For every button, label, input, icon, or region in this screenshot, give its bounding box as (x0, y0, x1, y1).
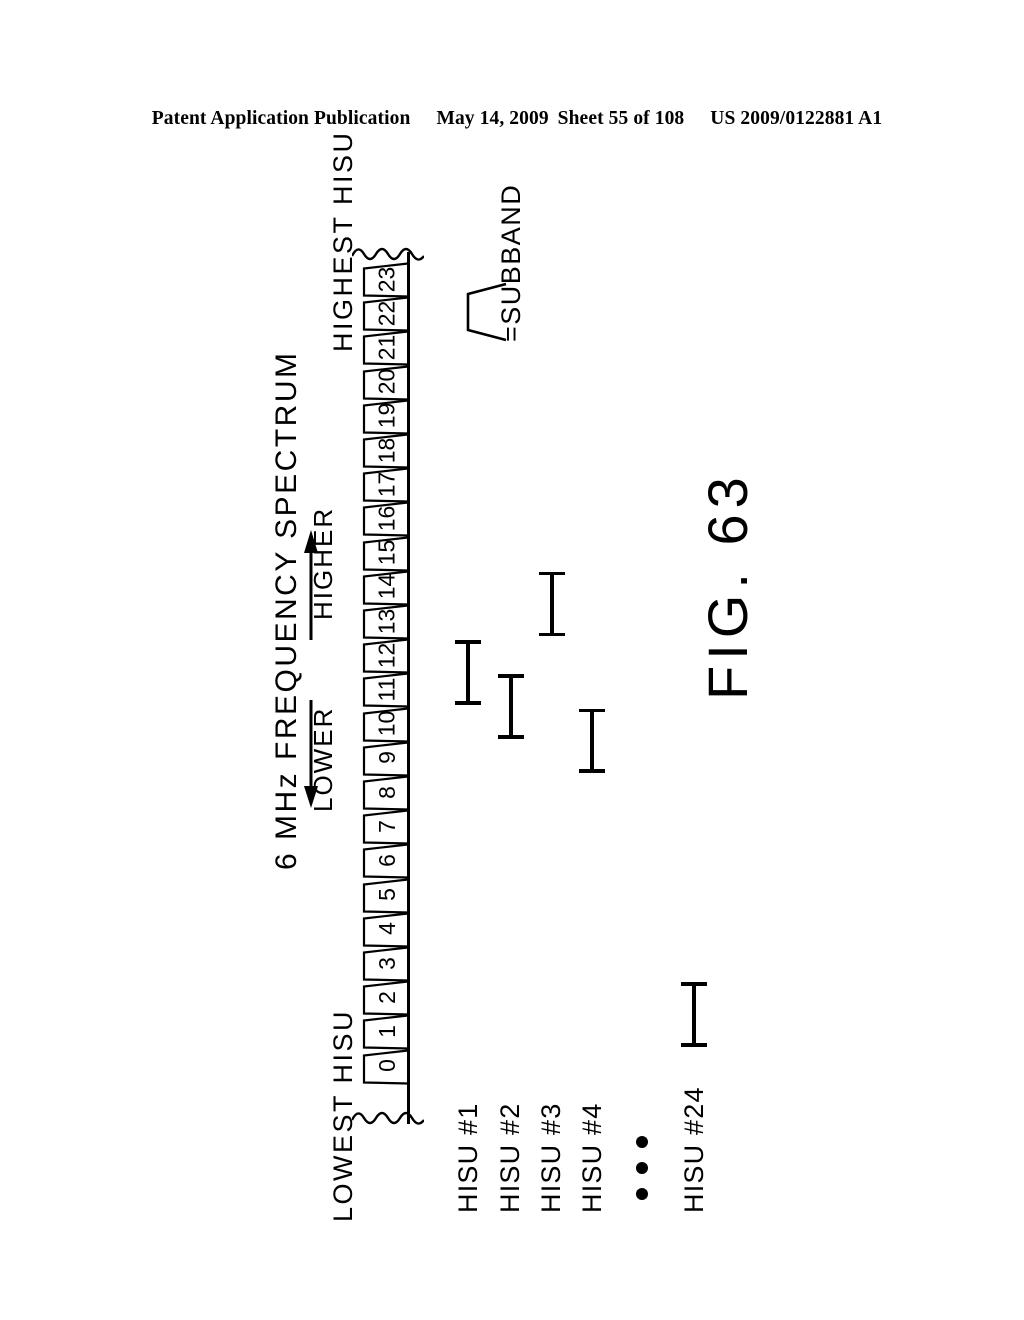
hisu-allocation-marker (681, 982, 707, 1047)
subband-cell: 0 (360, 1049, 410, 1085)
subband-cell: 15 (360, 536, 410, 572)
figure-title: 6 MHz FREQUENCY SPECTRUM (270, 350, 303, 871)
marker-stem (509, 674, 513, 739)
subband-cell: 8 (360, 775, 410, 811)
subband-number: 20 (373, 368, 400, 395)
subband-cell: 19 (360, 399, 410, 435)
marker-cap-bottom (539, 632, 565, 637)
marker-stem (466, 640, 470, 705)
hisu-row-label: HISU #1 (453, 1102, 483, 1213)
subband-cell: 6 (360, 843, 410, 879)
subband-cell: 10 (360, 707, 410, 743)
ellipsis-dots (636, 1136, 650, 1212)
subband-strip: 0 1 2 3 4 5 6 7 8 9 10 11 12 13 14 15 16 17 18 19 20 21 22 23 (360, 262, 416, 1110)
subband-cell: 20 (360, 365, 410, 401)
subband-number: 1 (373, 1025, 400, 1038)
subband-number: 8 (373, 785, 400, 799)
subband-number: 19 (373, 403, 400, 429)
figure-drawing: 6 MHz FREQUENCY SPECTRUM LOWER HIGHER HI… (0, 0, 1024, 1320)
subband-cell: 23 (360, 262, 410, 298)
subband-number: 14 (373, 574, 400, 600)
subband-number: 10 (373, 710, 400, 737)
subband-cell: 2 (360, 980, 410, 1016)
subband-number: 7 (373, 819, 400, 833)
subband-number: 21 (373, 334, 400, 361)
subband-number: 16 (373, 505, 400, 532)
marker-stem (590, 708, 594, 773)
subband-number: 4 (373, 922, 400, 936)
hisu-allocation-marker (579, 708, 605, 773)
marker-stem (692, 982, 696, 1047)
marker-cap-bottom (455, 701, 481, 705)
subband-number: 2 (373, 990, 400, 1004)
subband-cell: 13 (360, 604, 410, 640)
subband-cell: 4 (360, 912, 410, 948)
subband-number: 12 (373, 642, 400, 669)
subband-cell: 21 (360, 330, 410, 366)
subband-cell: 16 (360, 501, 410, 537)
hisu-row-label: HISU #4 (577, 1102, 607, 1213)
legend-label: =SUBBAND (496, 183, 526, 342)
subband-number: 18 (373, 437, 400, 463)
subband-cell: 11 (360, 672, 410, 708)
subband-cell: 5 (360, 878, 410, 914)
subband-cell: 3 (360, 946, 410, 982)
arrow-higher-icon (304, 530, 318, 640)
subband-number: 0 (373, 1059, 400, 1073)
hisu-row-label: HISU #24 (679, 1086, 709, 1213)
figure-number: FIG. 63 (696, 471, 759, 700)
arrow-lower-icon (304, 700, 318, 808)
subband-cell: 7 (360, 809, 410, 845)
subband-cell: 9 (360, 741, 410, 777)
marker-cap-bottom (681, 1043, 707, 1047)
hisu-allocation-marker (539, 571, 565, 637)
subband-number: 9 (373, 751, 400, 765)
marker-stem (550, 571, 554, 637)
subband-cell: 1 (360, 1014, 410, 1050)
subband-number: 23 (373, 266, 400, 292)
subband-number: 11 (373, 677, 400, 702)
subband-cell: 14 (360, 570, 410, 606)
marker-cap-bottom (579, 769, 605, 773)
subband-cell: 12 (360, 638, 410, 674)
hisu-allocation-marker (455, 640, 481, 705)
subband-cell: 22 (360, 296, 410, 332)
subband-number: 5 (373, 888, 400, 902)
hisu-row-label: HISU #3 (536, 1102, 566, 1213)
subband-cell: 18 (360, 433, 410, 469)
hisu-row-label: HISU #2 (495, 1102, 525, 1213)
subband-cell: 17 (360, 467, 410, 503)
subband-number: 15 (373, 539, 400, 566)
subband-number: 17 (373, 471, 400, 498)
hisu-allocation-marker (498, 674, 524, 739)
subband-number: 13 (373, 608, 400, 634)
subband-number: 22 (373, 300, 400, 327)
marker-cap-bottom (498, 735, 524, 739)
subband-number: 6 (373, 854, 400, 867)
subband-number: 3 (373, 956, 400, 970)
